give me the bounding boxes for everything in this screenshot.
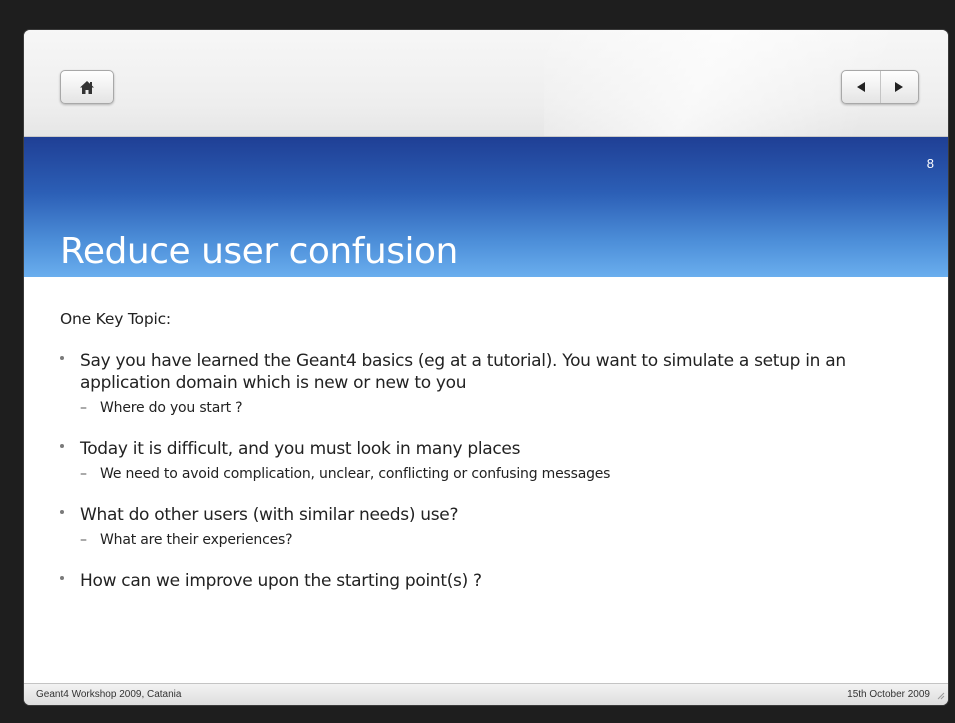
home-icon (80, 80, 94, 94)
bullet-text: How can we improve upon the starting poi… (80, 571, 482, 591)
sub-bullet-dash: – (80, 532, 87, 548)
slide-title: Reduce user confusion (60, 231, 458, 272)
sub-bullet-dash: – (80, 400, 87, 416)
sub-bullet-dash: – (80, 466, 87, 482)
bullet-dot (60, 576, 64, 580)
bullet-item: How can we improve upon the starting poi… (60, 570, 930, 592)
footer-date: 15th October 2009 (847, 689, 930, 700)
bullet-item: Say you have learned the Geant4 basics (… (60, 350, 930, 418)
triangle-left-icon (856, 82, 865, 92)
bullet-text: Say you have learned the Geant4 basics (… (80, 351, 846, 393)
title-band: 8 Reduce user confusion (24, 137, 948, 277)
intro-text: One Key Topic: (60, 310, 171, 328)
slide-content: One Key Topic: Say you have learned the … (60, 310, 930, 612)
resize-grip-icon[interactable] (936, 691, 945, 700)
next-slide-button[interactable] (879, 71, 919, 103)
sub-bullet-text: Where do you start ? (100, 400, 243, 416)
slide-number: 8 (926, 156, 934, 171)
bullet-item: Today it is difficult, and you must look… (60, 438, 930, 484)
presentation-window: 8 Reduce user confusion One Key Topic: S… (24, 30, 948, 705)
bullet-dot (60, 356, 64, 360)
home-button[interactable] (60, 70, 114, 104)
slide-footer: Geant4 Workshop 2009, Catania 15th Octob… (24, 683, 948, 705)
bullet-dot (60, 510, 64, 514)
sub-bullet-text: What are their experiences? (100, 532, 293, 548)
bullet-text: Today it is difficult, and you must look… (80, 439, 521, 459)
sub-bullet: – What are their experiences? (80, 531, 930, 550)
sub-bullet: – We need to avoid complication, unclear… (80, 465, 930, 484)
top-toolbar (24, 30, 948, 137)
slide-navigation (841, 70, 919, 104)
sub-bullet-text: We need to avoid complication, unclear, … (100, 466, 611, 482)
footer-event: Geant4 Workshop 2009, Catania (36, 689, 182, 700)
bullet-dot (60, 444, 64, 448)
bullet-item: What do other users (with similar needs)… (60, 504, 930, 550)
sub-bullet: – Where do you start ? (80, 399, 930, 418)
bullet-text: What do other users (with similar needs)… (80, 505, 459, 525)
triangle-right-icon (895, 82, 904, 92)
previous-slide-button[interactable] (842, 71, 880, 103)
